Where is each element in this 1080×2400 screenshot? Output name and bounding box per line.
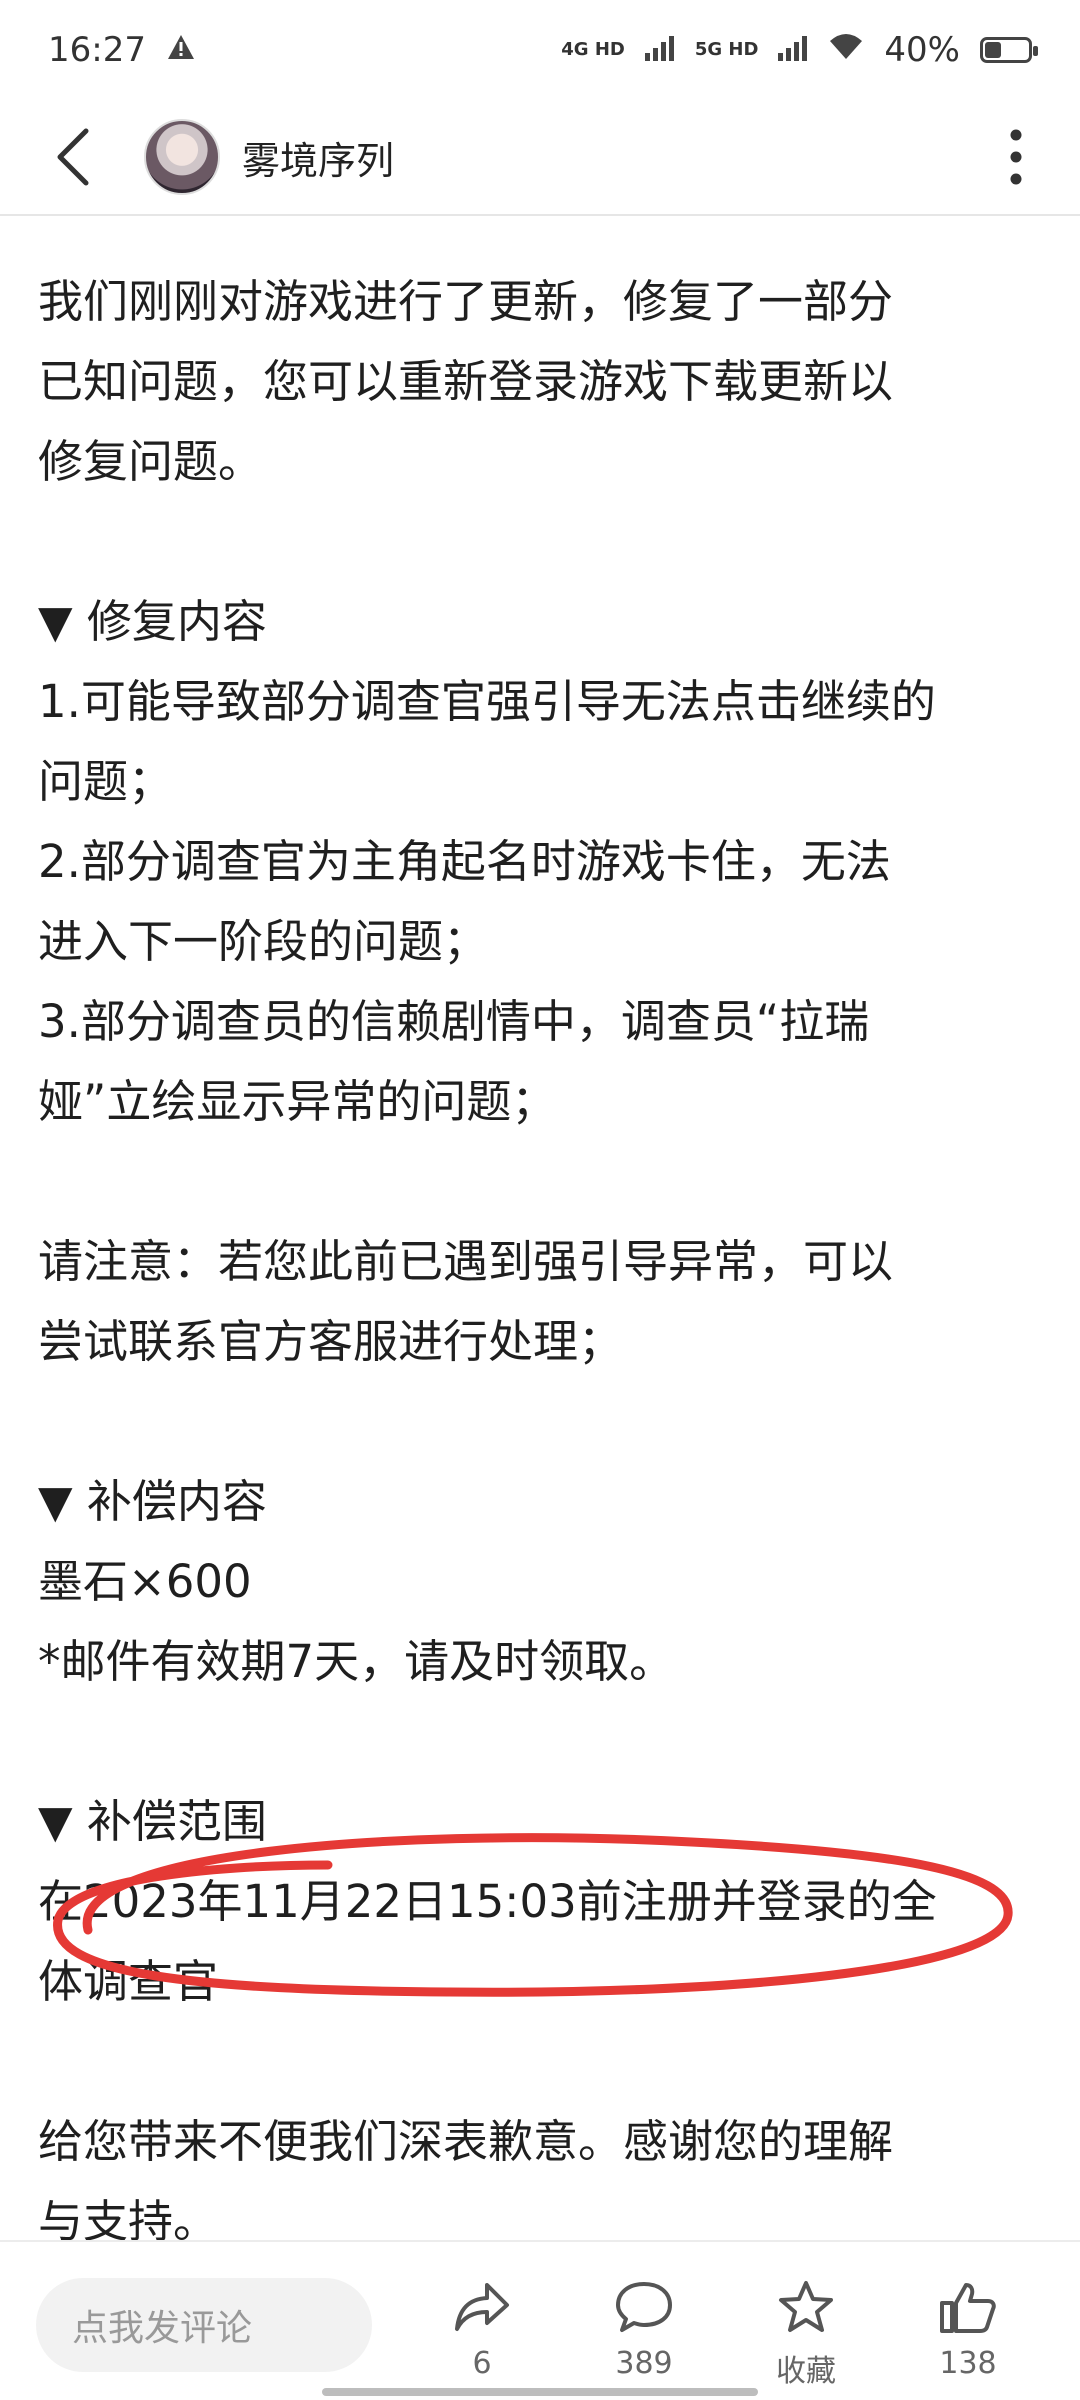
favorite-label: 收藏	[776, 2354, 836, 2389]
signal-icon-2	[778, 30, 808, 70]
status-bar: 16:27 4G HD 5G HD 40%	[0, 0, 1080, 100]
avatar[interactable]	[144, 119, 220, 195]
fix-line: 1.可能导致部分调查官强引导无法点击继续的	[38, 675, 936, 728]
intro-line: 修复问题。	[38, 435, 264, 488]
compensation-heading: ▼ 补偿内容	[38, 1475, 267, 1528]
fix-line: 2.部分调查官为主角起名时游戏卡住，无法	[38, 835, 891, 888]
share-button[interactable]: 6	[422, 2274, 542, 2392]
thumbs-up-icon	[940, 2283, 996, 2333]
favorite-button[interactable]: 收藏	[746, 2274, 866, 2392]
more-vertical-icon	[1010, 129, 1022, 185]
signal-icon	[644, 30, 675, 70]
comment-icon	[616, 2282, 672, 2332]
compensation-line: 墨石×600	[38, 1555, 252, 1608]
comment-button[interactable]: 389	[584, 2274, 704, 2392]
notice-line: 请注意：若您此前已遇到强引导异常，可以	[38, 1235, 894, 1288]
chevron-left-icon	[57, 128, 89, 186]
status-time: 16:27	[48, 30, 146, 70]
wifi-icon	[828, 30, 864, 70]
more-options-button[interactable]	[976, 109, 1056, 205]
notice-line: 尝试联系官方客服进行处理；	[38, 1315, 624, 1368]
network-4g-label: 4G HD	[561, 39, 625, 60]
channel-title[interactable]: 雾境序列	[242, 130, 394, 185]
home-indicator[interactable]	[322, 2388, 758, 2396]
battery-icon	[980, 37, 1038, 63]
scope-heading: ▼ 补偿范围	[38, 1795, 267, 1848]
share-count: 6	[472, 2346, 492, 2381]
share-icon	[455, 2283, 509, 2331]
closing-line: 给您带来不便我们深表歉意。感谢您的理解	[38, 2115, 894, 2168]
status-right: 4G HD 5G HD 40%	[561, 30, 1038, 70]
compensation-line: *邮件有效期7天，请及时领取。	[38, 1635, 675, 1688]
comment-count: 389	[615, 2346, 673, 2381]
article-body: 我们刚刚对游戏进行了更新，修复了一部分 已知问题，您可以重新登录游戏下载更新以 …	[38, 262, 1048, 2262]
bottom-action-bar: 点我发评论 6 389 收藏 138	[0, 2240, 1080, 2400]
scope-line: 在2023年11月22日15:03前注册并登录的全	[38, 1875, 937, 1928]
star-icon	[779, 2281, 833, 2332]
fix-line: 进入下一阶段的问题；	[38, 915, 489, 968]
like-button[interactable]: 138	[908, 2274, 1028, 2392]
fix-heading: ▼ 修复内容	[38, 595, 267, 648]
fix-line: 问题；	[38, 755, 174, 808]
fix-line: 娅”立绘显示异常的问题；	[38, 1075, 557, 1128]
status-left: 16:27	[48, 30, 196, 70]
warning-icon	[166, 30, 196, 70]
network-5g-label: 5G HD	[694, 39, 759, 60]
app-bar: 雾境序列	[0, 100, 1080, 216]
battery-percent: 40%	[884, 30, 960, 70]
back-button[interactable]	[24, 109, 120, 205]
like-count: 138	[939, 2346, 997, 2381]
intro-line: 已知问题，您可以重新登录游戏下载更新以	[38, 355, 894, 408]
fix-line: 3.部分调查员的信赖剧情中，调查员“拉瑞	[38, 995, 870, 1048]
comment-input[interactable]: 点我发评论	[36, 2278, 372, 2372]
intro-line: 我们刚刚对游戏进行了更新，修复了一部分	[38, 275, 894, 328]
scope-line: 体调查官	[38, 1955, 219, 2008]
